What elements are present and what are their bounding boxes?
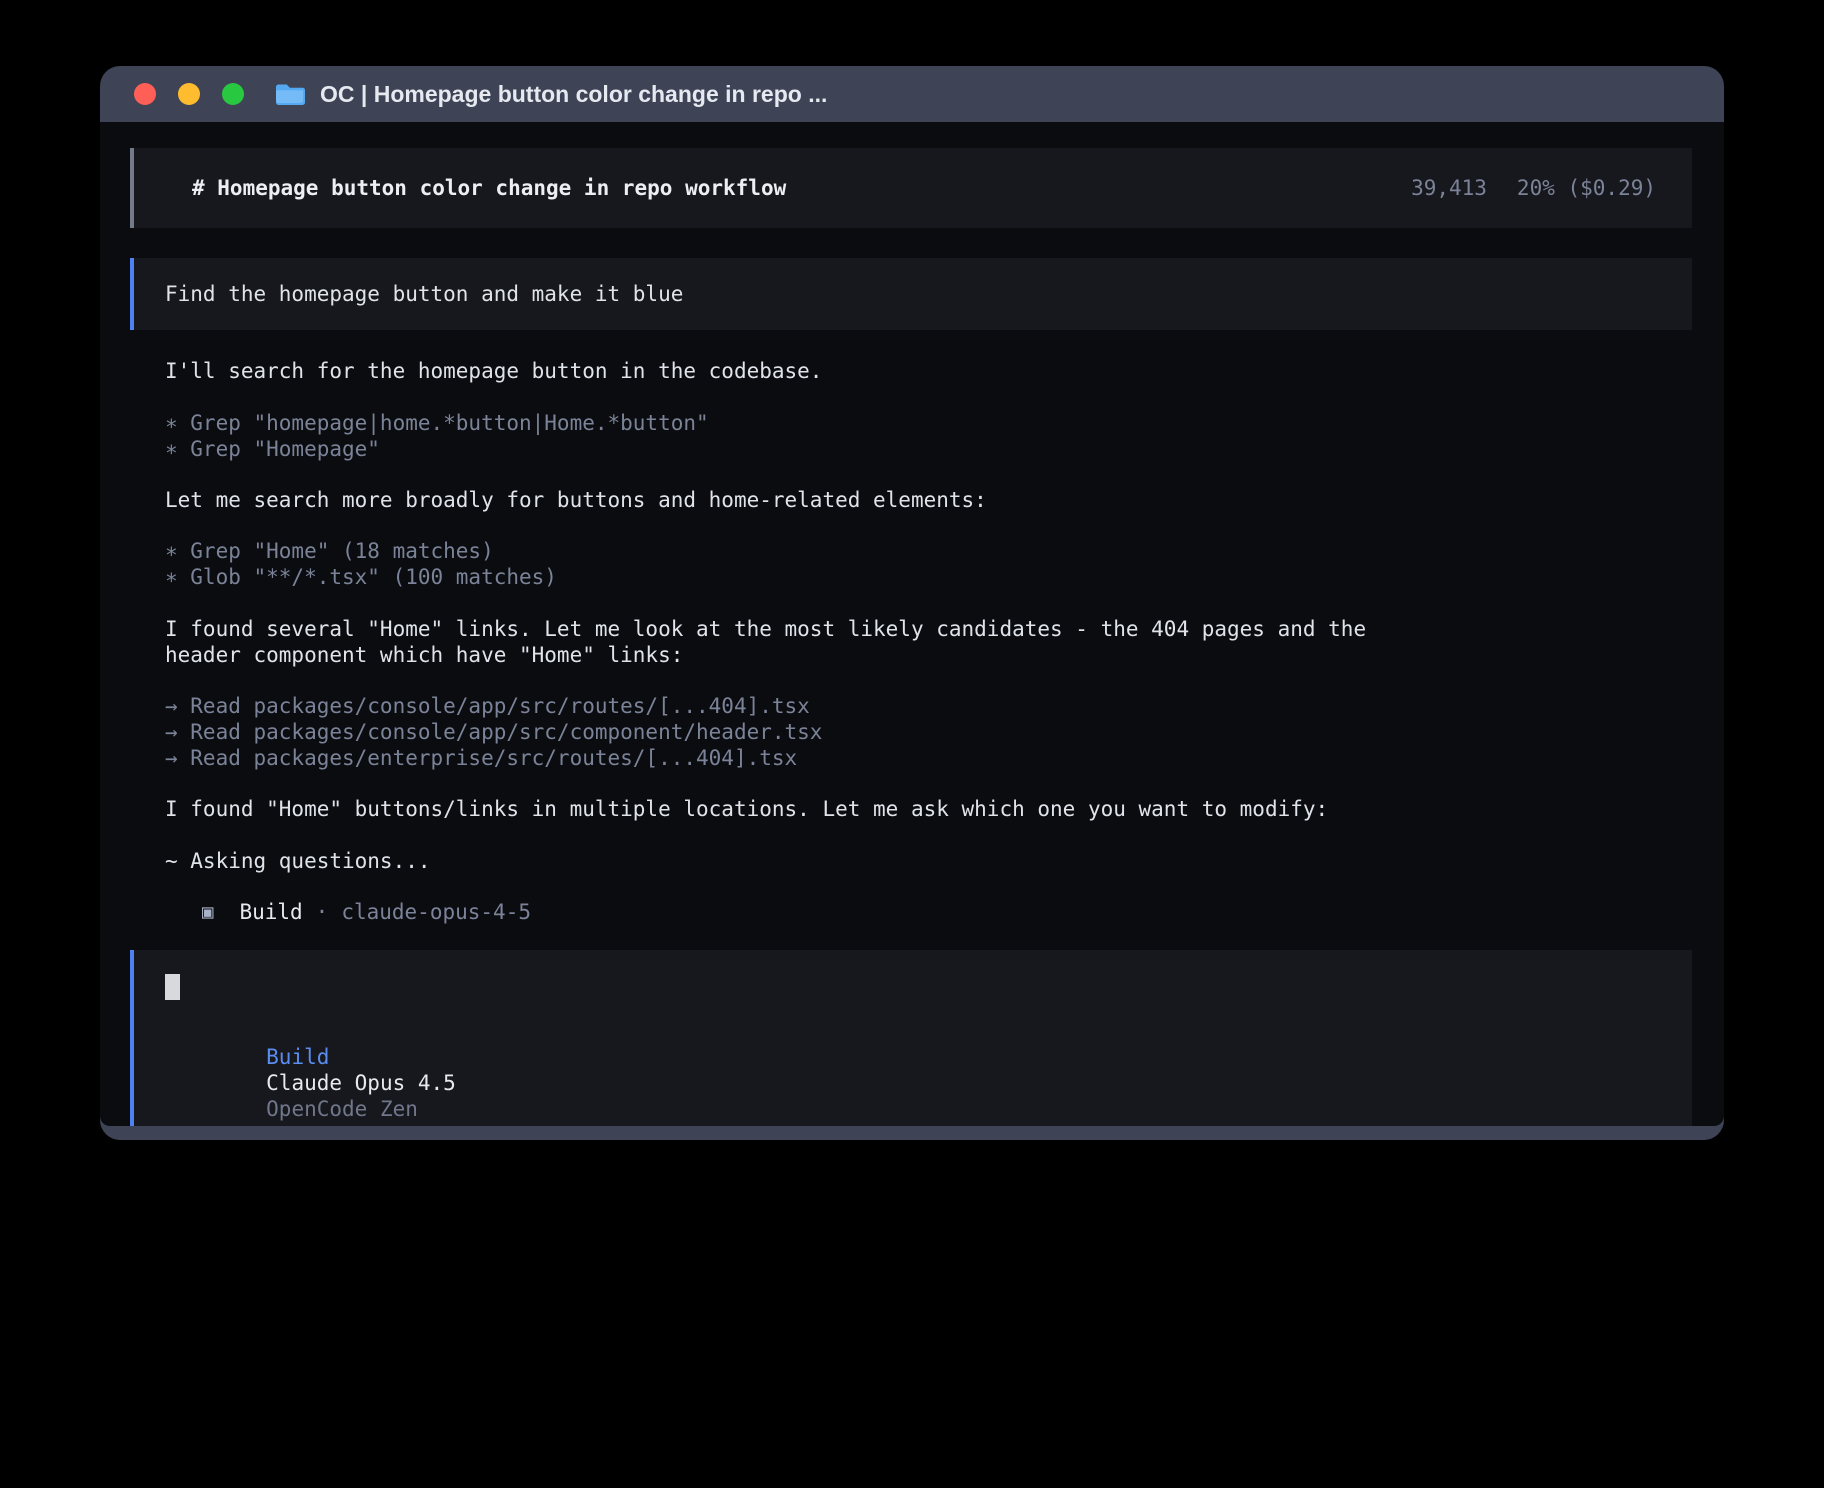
prompt-input[interactable]: Build Claude Opus 4.5 OpenCode Zen xyxy=(130,950,1692,1126)
status-line: ~ Asking questions... xyxy=(165,848,1684,874)
assistant-text: Let me search more broadly for buttons a… xyxy=(165,487,1684,513)
agent-icon: ▣ xyxy=(202,899,213,925)
tool-call-group: ∗ Grep "homepage|home.*button|Home.*butt… xyxy=(165,410,1684,462)
close-button[interactable] xyxy=(134,83,156,105)
terminal-window: OC | Homepage button color change in rep… xyxy=(100,66,1724,1140)
tool-call-group: → Read packages/console/app/src/routes/[… xyxy=(165,693,1684,771)
model-label: Claude Opus 4.5 xyxy=(266,1071,456,1095)
mode-label: Build xyxy=(266,1045,329,1069)
context-usage: 20% ($0.29) xyxy=(1517,175,1656,201)
session-title: # Homepage button color change in repo w… xyxy=(192,175,786,201)
titlebar-content: OC | Homepage button color change in rep… xyxy=(274,81,827,108)
terminal-content: # Homepage button color change in repo w… xyxy=(100,122,1724,1126)
assistant-text: I found "Home" buttons/links in multiple… xyxy=(165,796,1684,822)
token-count: 39,413 xyxy=(1411,175,1487,201)
window-titlebar[interactable]: OC | Homepage button color change in rep… xyxy=(100,66,1724,122)
traffic-lights xyxy=(134,83,244,105)
agent-model: claude-opus-4-5 xyxy=(341,899,531,925)
user-message: Find the homepage button and make it blu… xyxy=(130,258,1692,330)
window-title: OC | Homepage button color change in rep… xyxy=(320,81,827,108)
folder-icon xyxy=(274,82,305,107)
input-statusline: Build Claude Opus 4.5 OpenCode Zen xyxy=(165,1018,1656,1126)
provider-label: OpenCode Zen xyxy=(266,1097,418,1121)
agent-row: ▣ Build · claude-opus-4-5 xyxy=(202,899,1724,925)
assistant-text: I'll search for the homepage button in t… xyxy=(165,358,1684,384)
agent-name: Build xyxy=(239,899,302,925)
tool-call-group: ∗ Grep "Home" (18 matches) ∗ Glob "**/*.… xyxy=(165,538,1684,590)
session-header: # Homepage button color change in repo w… xyxy=(130,148,1692,228)
zoom-button[interactable] xyxy=(222,83,244,105)
session-stats: 39,413 20% ($0.29) xyxy=(1411,175,1656,201)
agent-separator: · xyxy=(316,899,329,925)
text-cursor xyxy=(165,974,180,1000)
minimize-button[interactable] xyxy=(178,83,200,105)
assistant-text: I found several "Home" links. Let me loo… xyxy=(165,616,1684,668)
